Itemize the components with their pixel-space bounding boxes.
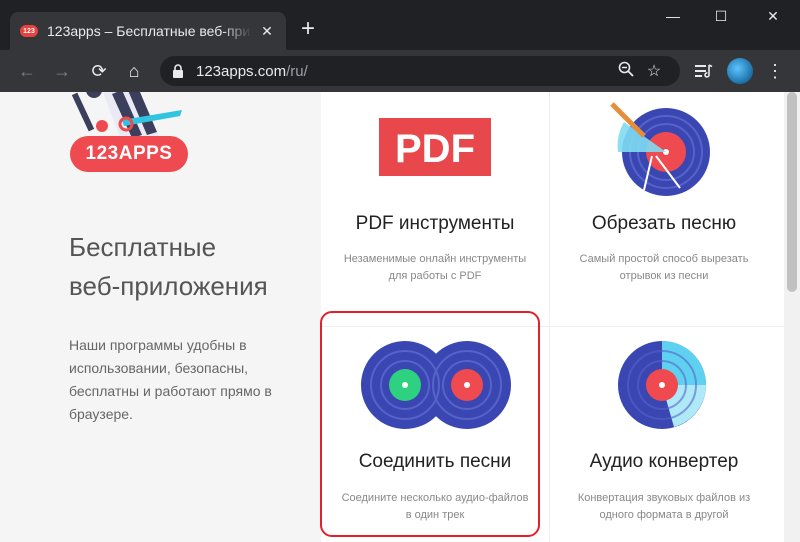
scrollbar-thumb[interactable] bbox=[787, 92, 797, 292]
reload-button[interactable]: ⟳ bbox=[86, 58, 112, 84]
hero-description: Наши программы удобны в использовании, б… bbox=[69, 337, 272, 422]
logo-pill: 123APPS bbox=[70, 136, 188, 172]
url-text[interactable]: 123apps.com/ru/ bbox=[196, 63, 612, 80]
star-icon[interactable]: ☆ bbox=[640, 61, 668, 81]
card-title: PDF инструменты bbox=[355, 213, 515, 234]
maximize-button[interactable]: ☐ bbox=[698, 8, 744, 28]
card-description: Незаменимые онлайн инструменты для работ… bbox=[343, 253, 527, 282]
close-window-button[interactable]: ✕ bbox=[750, 8, 796, 28]
minimize-button[interactable]: — bbox=[650, 8, 696, 28]
new-tab-button[interactable]: + bbox=[296, 17, 320, 41]
vinyl-cutter-icon bbox=[610, 102, 710, 196]
browser-toolbar: ← → ⟳ ⌂ 123apps.com/ru/ ☆ ⋮ bbox=[0, 50, 800, 92]
vinyl-converter-icon bbox=[618, 341, 706, 429]
tab-close-icon[interactable]: ✕ bbox=[258, 23, 276, 40]
back-button[interactable]: ← bbox=[14, 58, 40, 84]
card-title: Аудио конвертер bbox=[589, 451, 739, 472]
zoom-out-icon[interactable] bbox=[612, 61, 640, 82]
home-button[interactable]: ⌂ bbox=[121, 58, 147, 84]
site-logo[interactable]: 123APPS bbox=[62, 92, 192, 185]
browser-tab[interactable]: 123 123apps – Бесплатные веб-приложения … bbox=[10, 12, 286, 50]
card-pdf-tools[interactable]: PDF PDF инструменты Незаменимые онлайн и… bbox=[321, 92, 549, 326]
tab-title: 123apps – Бесплатные веб-приложения bbox=[47, 23, 252, 39]
highlight-box bbox=[320, 311, 540, 537]
address-bar[interactable]: 123apps.com/ru/ ☆ bbox=[160, 56, 680, 86]
card-audio-cutter[interactable]: Обрезать песню Самый простой способ выре… bbox=[550, 92, 778, 326]
card-description: Конвертация звуковых файлов из одного фо… bbox=[577, 492, 751, 521]
forward-button[interactable]: → bbox=[49, 58, 75, 84]
hero-title: Бесплатные веб-приложения bbox=[69, 232, 268, 301]
browser-menu-icon[interactable]: ⋮ bbox=[762, 58, 788, 84]
profile-avatar[interactable] bbox=[727, 58, 753, 84]
media-controls-icon[interactable] bbox=[691, 58, 717, 84]
browser-titlebar: 123 123apps – Бесплатные веб-приложения … bbox=[0, 0, 800, 50]
card-audio-converter[interactable]: Аудио конвертер Конвертация звуковых фай… bbox=[550, 327, 778, 542]
card-title: Обрезать песню bbox=[591, 213, 737, 234]
pdf-icon: PDF bbox=[379, 118, 491, 176]
favicon-icon: 123 bbox=[20, 25, 38, 37]
card-description: Самый простой способ вырезать отрывок из… bbox=[579, 253, 749, 282]
page-scrollbar[interactable] bbox=[784, 92, 800, 542]
lock-icon bbox=[173, 64, 183, 78]
svg-text:PDF: PDF bbox=[395, 127, 475, 171]
